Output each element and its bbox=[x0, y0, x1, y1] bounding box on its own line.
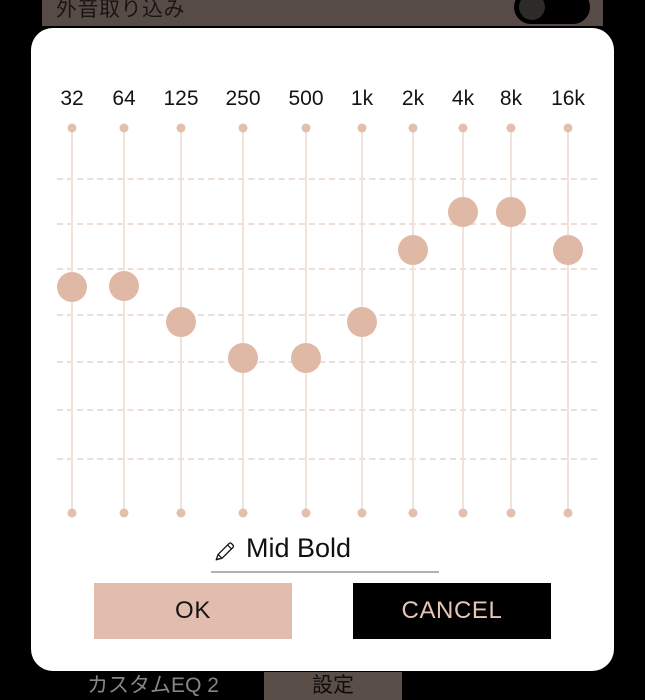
preset-name-field[interactable]: Mid Bold bbox=[211, 525, 439, 573]
slider-track-64[interactable] bbox=[123, 128, 125, 513]
bottom-tab-bar: カスタムEQ 2 設定 bbox=[42, 672, 603, 700]
track-end-dot-250-bottom bbox=[238, 508, 248, 518]
gridline-6 bbox=[57, 458, 597, 460]
eq-knob-8k[interactable] bbox=[496, 197, 526, 227]
eq-knob-4k[interactable] bbox=[448, 197, 478, 227]
track-end-dot-1k-bottom bbox=[357, 508, 367, 518]
gridline-2 bbox=[57, 268, 597, 270]
slider-track-4k[interactable] bbox=[462, 128, 464, 513]
track-end-dot-125-bottom bbox=[176, 508, 186, 518]
track-end-dot-16k-bottom bbox=[563, 508, 573, 518]
track-end-dot-2k-top bbox=[408, 123, 418, 133]
tab-custom-eq-2[interactable]: カスタムEQ 2 bbox=[42, 672, 264, 700]
track-end-dot-64-bottom bbox=[119, 508, 129, 518]
gridline-3 bbox=[57, 314, 597, 316]
gridline-4 bbox=[57, 361, 597, 363]
eq-knob-32[interactable] bbox=[57, 272, 87, 302]
gridline-5 bbox=[57, 409, 597, 411]
track-end-dot-8k-bottom bbox=[506, 508, 516, 518]
eq-knob-125[interactable] bbox=[166, 307, 196, 337]
ambient-sound-label: 外音取り込み bbox=[56, 0, 185, 21]
eq-knob-500[interactable] bbox=[291, 343, 321, 373]
equalizer-plot[interactable] bbox=[31, 28, 614, 671]
track-end-dot-64-top bbox=[119, 123, 129, 133]
ambient-sound-toggle[interactable] bbox=[514, 0, 590, 24]
track-end-dot-16k-top bbox=[563, 123, 573, 133]
pencil-icon bbox=[213, 539, 237, 563]
eq-knob-64[interactable] bbox=[109, 271, 139, 301]
slider-track-8k[interactable] bbox=[510, 128, 512, 513]
track-end-dot-8k-top bbox=[506, 123, 516, 133]
screen: 外音取り込み カスタムEQ 2 設定 32 64 125 250 500 1k 2k 4k 8k… bbox=[0, 0, 645, 700]
slider-track-16k[interactable] bbox=[567, 128, 569, 513]
track-end-dot-4k-bottom bbox=[458, 508, 468, 518]
eq-knob-1k[interactable] bbox=[347, 307, 377, 337]
track-end-dot-4k-top bbox=[458, 123, 468, 133]
eq-knob-250[interactable] bbox=[228, 343, 258, 373]
ok-button[interactable]: OK bbox=[94, 583, 292, 639]
track-end-dot-250-top bbox=[238, 123, 248, 133]
slider-track-500[interactable] bbox=[305, 128, 307, 513]
eq-knob-2k[interactable] bbox=[398, 235, 428, 265]
equalizer-dialog: 32 64 125 250 500 1k 2k 4k 8k 16k Mid Bold OK CAN… bbox=[31, 28, 614, 671]
slider-track-32[interactable] bbox=[71, 128, 73, 513]
slider-track-250[interactable] bbox=[242, 128, 244, 513]
tab-settings[interactable]: 設定 bbox=[264, 672, 402, 700]
slider-track-2k[interactable] bbox=[412, 128, 414, 513]
track-end-dot-500-bottom bbox=[301, 508, 311, 518]
ambient-sound-row[interactable]: 外音取り込み bbox=[42, 0, 603, 26]
toggle-knob-icon bbox=[519, 0, 545, 20]
track-end-dot-32-top bbox=[67, 123, 77, 133]
track-end-dot-500-top bbox=[301, 123, 311, 133]
eq-knob-16k[interactable] bbox=[553, 235, 583, 265]
track-end-dot-2k-bottom bbox=[408, 508, 418, 518]
cancel-button[interactable]: CANCEL bbox=[353, 583, 551, 639]
track-end-dot-1k-top bbox=[357, 123, 367, 133]
preset-name-value[interactable]: Mid Bold bbox=[246, 531, 351, 565]
track-end-dot-125-top bbox=[176, 123, 186, 133]
track-end-dot-32-bottom bbox=[67, 508, 77, 518]
dialog-actions: OK CANCEL bbox=[31, 583, 614, 645]
gridline-0 bbox=[57, 178, 597, 180]
